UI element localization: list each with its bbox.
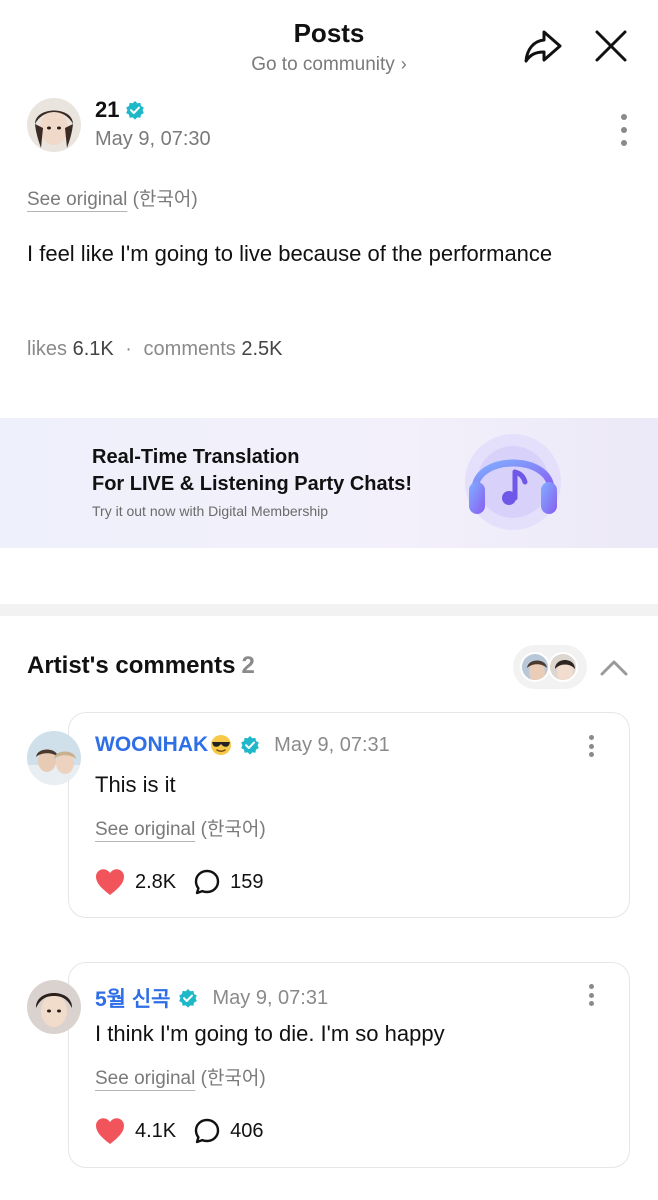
likes-label: likes: [27, 338, 68, 360]
chevron-up-icon: [600, 660, 628, 676]
more-vertical-icon: [588, 984, 594, 989]
close-icon: [595, 30, 627, 62]
share-button[interactable]: [522, 26, 564, 66]
comment-avatar[interactable]: [27, 980, 81, 1034]
heart-icon[interactable]: [95, 868, 125, 896]
comment-text: I think I'm going to die. I'm so happy: [95, 1021, 445, 1046]
author-name[interactable]: 21: [95, 97, 119, 123]
artist-comments-count: 2: [241, 652, 255, 679]
comment-see-original: See original (한국어): [95, 814, 266, 841]
comments-count[interactable]: 2.5K: [241, 338, 282, 360]
see-original-link[interactable]: See original: [95, 1068, 195, 1089]
headphones-music-icon: [455, 432, 571, 532]
banner-headline-1: Real-Time Translation: [92, 446, 300, 468]
section-divider: [0, 604, 658, 616]
comment-bubble-icon[interactable]: [194, 869, 220, 895]
avatar: [520, 652, 550, 682]
comments-label: comments: [143, 338, 236, 360]
comment-time: May 9, 07:31: [212, 986, 329, 1009]
comment-bubble-icon[interactable]: [194, 1118, 220, 1144]
comment-more-button[interactable]: [585, 735, 597, 757]
artist-comments-title: Artist's comments 2: [27, 652, 255, 680]
see-original-link[interactable]: See original: [27, 189, 127, 210]
author-avatar[interactable]: [27, 98, 81, 152]
original-language: (한국어): [200, 819, 266, 840]
more-vertical-icon: [588, 735, 594, 740]
post-time: May 9, 07:30: [95, 128, 211, 150]
top-bar: Posts Go to community ›: [0, 0, 658, 90]
like-count: 2.8K: [135, 870, 177, 893]
original-language: (한국어): [200, 1068, 266, 1089]
banner-caption: Try it out now with Digital Membership: [92, 503, 329, 519]
comment-header: WOONHAK May 9, 07:31: [95, 733, 390, 757]
comment-header: 5월 신곡 May 9, 07:31: [95, 983, 328, 1013]
collapse-button[interactable]: [598, 652, 630, 682]
heart-icon[interactable]: [95, 1117, 125, 1145]
comment-stats: 2.8K 159: [95, 868, 264, 896]
comment-stats: 4.1K 406: [95, 1117, 264, 1145]
avatar: [548, 652, 578, 682]
comment-author-name[interactable]: 5월 신곡: [95, 983, 170, 1013]
post-body: I feel like I'm going to live because of…: [27, 241, 553, 266]
comment-time: May 9, 07:31: [274, 733, 390, 756]
comment-avatar[interactable]: [27, 731, 81, 785]
chevron-right-icon: ›: [400, 54, 407, 74]
reply-count: 159: [230, 870, 264, 893]
verified-icon: [126, 101, 145, 120]
verified-icon: [179, 989, 198, 1008]
likes-count[interactable]: 6.1K: [73, 338, 114, 360]
more-vertical-icon: [621, 114, 627, 120]
stats-separator: ·: [125, 338, 132, 360]
reply-count: 406: [230, 1119, 264, 1142]
comment-text: This is it: [95, 772, 176, 797]
post-stats: likes 6.1K · comments 2.5K: [27, 338, 283, 361]
post-more-button[interactable]: [618, 114, 630, 146]
artist-comments-label: Artist's comments: [27, 652, 236, 679]
author-name-row: 21: [95, 97, 145, 123]
comment-author-name[interactable]: WOONHAK: [95, 733, 208, 757]
comment-more-button[interactable]: [585, 984, 597, 1006]
go-to-community-label: Go to community: [251, 54, 395, 75]
verified-icon: [241, 736, 259, 755]
banner-headline-2: For LIVE & Listening Party Chats!: [92, 473, 413, 495]
post-see-original: See original (한국어): [27, 184, 198, 211]
share-icon: [524, 30, 562, 63]
original-language: (한국어): [132, 189, 198, 210]
comment-see-original: See original (한국어): [95, 1063, 266, 1090]
see-original-link[interactable]: See original: [95, 819, 195, 840]
like-count: 4.1K: [135, 1119, 177, 1142]
close-button[interactable]: [591, 26, 631, 66]
sunglasses-emoji-icon: [211, 735, 232, 755]
